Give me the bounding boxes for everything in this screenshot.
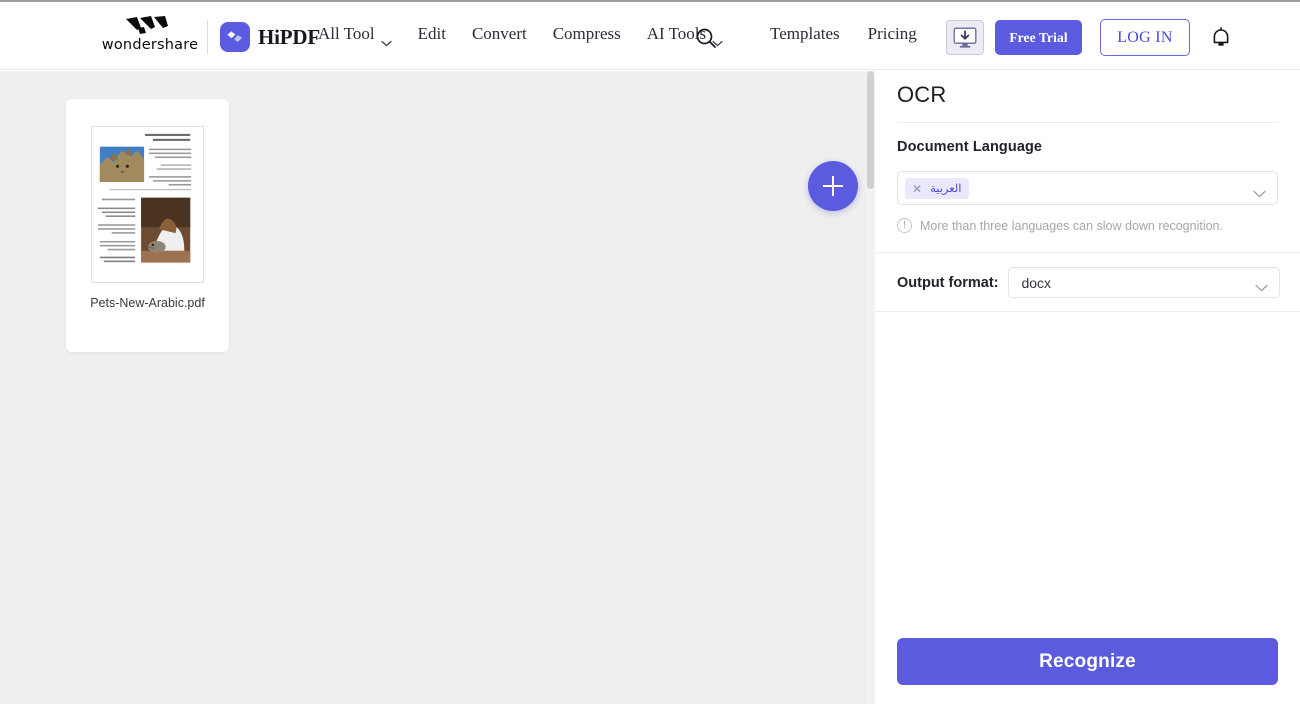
close-x-icon[interactable]: ✕ bbox=[912, 183, 922, 195]
bell-icon[interactable] bbox=[1210, 26, 1232, 50]
nav-item-all-tool[interactable]: All Tool bbox=[318, 24, 405, 46]
primary-nav: All Tool Edit Convert Compress AI Tools bbox=[318, 24, 736, 46]
panel-title-rule bbox=[897, 122, 1278, 123]
chevron-down-icon bbox=[1255, 279, 1269, 297]
login-button[interactable]: LOG IN bbox=[1100, 19, 1190, 56]
nav-item-pricing-label: Pricing bbox=[867, 24, 917, 43]
file-card[interactable]: Pets-New-Arabic.pdf bbox=[66, 99, 229, 352]
nav-item-templates-label: Templates bbox=[770, 24, 840, 43]
search-icon[interactable] bbox=[694, 26, 718, 50]
nav-item-compress[interactable]: Compress bbox=[540, 24, 634, 44]
ocr-settings-panel: OCR Document Language العربية ✕ ! More t… bbox=[875, 71, 1300, 704]
chevron-down-icon bbox=[1253, 185, 1266, 203]
hipdf-brand[interactable]: HiPDF bbox=[220, 22, 320, 52]
language-chip-label: العربية bbox=[930, 180, 962, 195]
panel-section-rule-2 bbox=[875, 311, 1300, 312]
free-trial-button[interactable]: Free Trial bbox=[995, 20, 1082, 55]
workspace-scrollbar[interactable] bbox=[866, 71, 875, 704]
hipdf-ocr-page: wondershare HiPDF All Tool Edit Convert … bbox=[0, 0, 1300, 704]
output-format-row: Output format: docx bbox=[897, 267, 1281, 298]
header-divider bbox=[207, 20, 208, 54]
file-workspace: Pets-New-Arabic.pdf bbox=[0, 71, 866, 704]
panel-section-rule-1 bbox=[875, 252, 1300, 253]
wondershare-w-mark-icon bbox=[126, 16, 168, 34]
site-header: wondershare HiPDF All Tool Edit Convert … bbox=[0, 2, 1300, 70]
document-language-select[interactable]: العربية ✕ bbox=[897, 171, 1278, 205]
nav-item-all-tool-label: All Tool bbox=[318, 24, 375, 43]
language-hint-text: More than three languages can slow down … bbox=[920, 218, 1223, 233]
wondershare-logo[interactable]: wondershare bbox=[90, 16, 210, 54]
file-thumbnail bbox=[91, 126, 204, 283]
monitor-download-icon[interactable] bbox=[946, 20, 984, 55]
add-file-button[interactable] bbox=[808, 161, 858, 211]
recognize-button[interactable]: Recognize bbox=[897, 638, 1278, 685]
exclamation-circle-icon: ! bbox=[897, 218, 912, 233]
plus-icon-vertical bbox=[832, 176, 834, 196]
document-language-label: Document Language bbox=[897, 139, 1043, 155]
nav-item-templates[interactable]: Templates bbox=[770, 24, 868, 44]
nav-item-ai-tools[interactable]: AI Tools bbox=[634, 24, 736, 46]
output-format-label: Output format: bbox=[897, 274, 999, 291]
language-chip-arabic[interactable]: العربية ✕ bbox=[905, 178, 969, 199]
workspace-scrollbar-thumb[interactable] bbox=[867, 71, 874, 189]
page-title: OCR bbox=[897, 82, 947, 107]
nav-item-compress-label: Compress bbox=[552, 24, 621, 43]
language-hint: ! More than three languages can slow dow… bbox=[897, 218, 1223, 233]
output-format-select[interactable]: docx bbox=[1008, 267, 1281, 298]
output-format-value: docx bbox=[1021, 275, 1052, 291]
chevron-down-icon bbox=[380, 32, 392, 46]
nav-item-convert-label: Convert bbox=[471, 24, 527, 43]
hipdf-wordmark: HiPDF bbox=[258, 24, 320, 49]
secondary-nav: Templates Pricing bbox=[770, 24, 945, 44]
nav-item-edit[interactable]: Edit bbox=[405, 24, 459, 44]
pdf-page-preview bbox=[92, 127, 203, 282]
nav-item-pricing[interactable]: Pricing bbox=[868, 24, 945, 44]
wondershare-wordmark: wondershare bbox=[101, 37, 199, 53]
nav-item-edit-label: Edit bbox=[417, 24, 446, 43]
hipdf-diamond-icon bbox=[220, 22, 250, 52]
nav-item-convert[interactable]: Convert bbox=[459, 24, 540, 44]
file-name-label: Pets-New-Arabic.pdf bbox=[90, 296, 205, 310]
